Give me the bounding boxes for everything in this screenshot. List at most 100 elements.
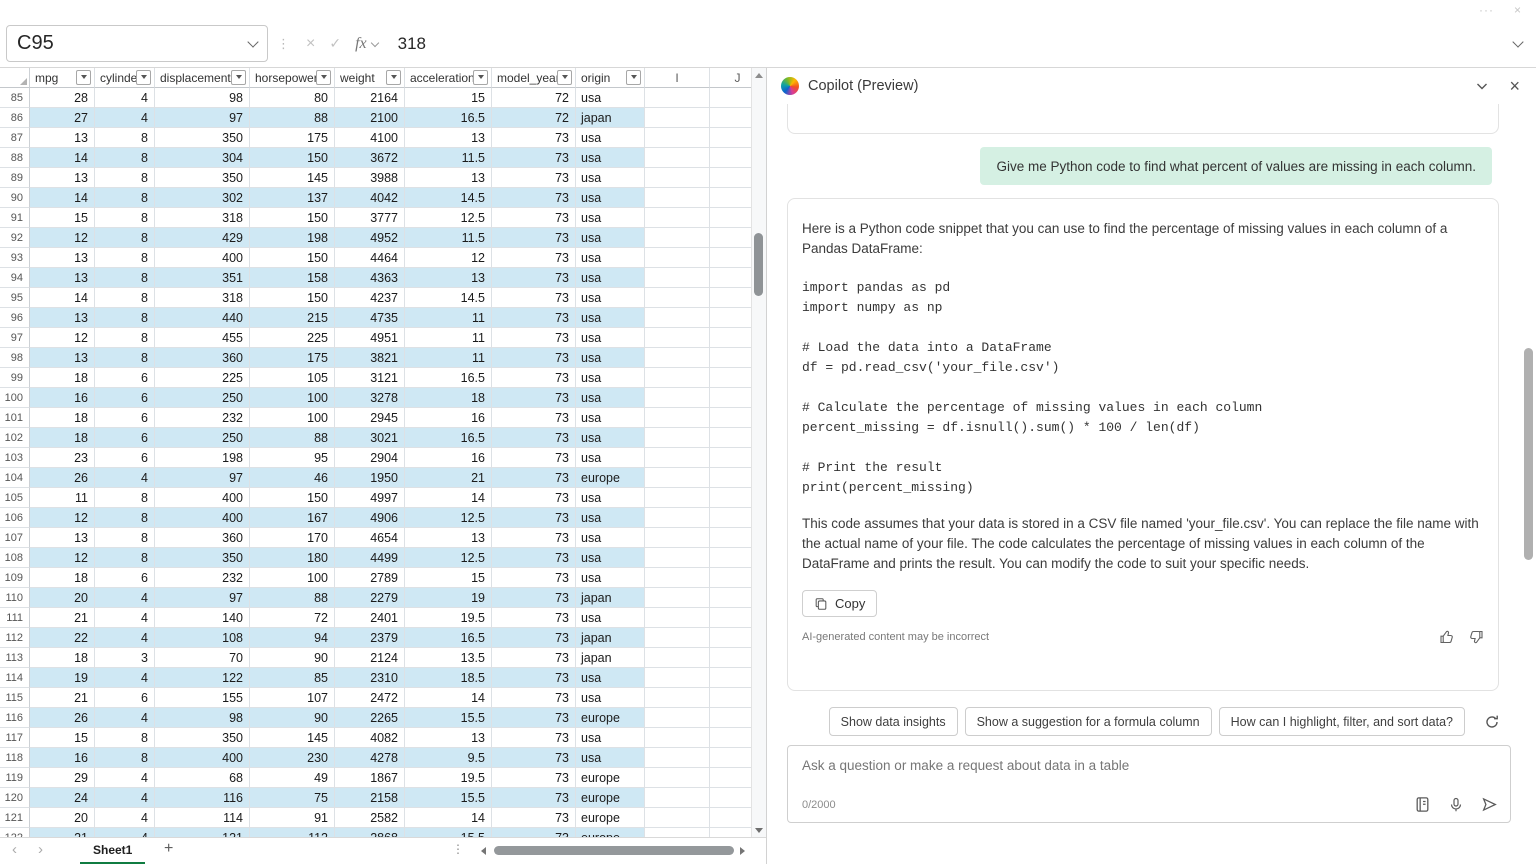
cell[interactable] — [645, 488, 710, 508]
mic-icon[interactable] — [1448, 797, 1464, 813]
column-header-mpg[interactable]: mpg — [30, 68, 95, 88]
cell[interactable]: 73 — [492, 728, 576, 748]
cell[interactable]: 73 — [492, 208, 576, 228]
cell[interactable]: japan — [576, 588, 645, 608]
filter-dropdown-icon[interactable] — [231, 70, 246, 85]
cell[interactable]: 70 — [155, 648, 250, 668]
cell[interactable]: usa — [576, 148, 645, 168]
row-number[interactable]: 113 — [0, 648, 30, 668]
cell[interactable]: 198 — [155, 448, 250, 468]
cell[interactable]: 8 — [95, 488, 155, 508]
filter-dropdown-icon[interactable] — [557, 70, 572, 85]
cell[interactable]: 11 — [30, 488, 95, 508]
cell[interactable]: 8 — [95, 168, 155, 188]
cell[interactable]: 11 — [405, 328, 492, 348]
cell[interactable]: 6 — [95, 448, 155, 468]
cell[interactable]: 11 — [405, 348, 492, 368]
row-number[interactable]: 121 — [0, 808, 30, 828]
collapse-chevron-icon[interactable] — [1475, 79, 1489, 93]
row-number[interactable]: 88 — [0, 148, 30, 168]
cell[interactable]: usa — [576, 388, 645, 408]
cell[interactable]: 29 — [30, 768, 95, 788]
cell[interactable]: 12.5 — [405, 208, 492, 228]
cell[interactable]: 26 — [30, 708, 95, 728]
cell[interactable]: 19 — [30, 668, 95, 688]
cell[interactable]: 98 — [155, 708, 250, 728]
cell[interactable]: 21 — [405, 468, 492, 488]
cell[interactable]: 2472 — [335, 688, 405, 708]
chat-input[interactable]: Ask a question or make a request about d… — [787, 745, 1511, 823]
cell[interactable]: usa — [576, 488, 645, 508]
cell[interactable]: 175 — [250, 128, 335, 148]
panel-scrollbar-thumb[interactable] — [1524, 348, 1533, 560]
cell[interactable]: 318 — [155, 288, 250, 308]
cell[interactable]: 12.5 — [405, 508, 492, 528]
row-number[interactable]: 115 — [0, 688, 30, 708]
cell[interactable]: 440 — [155, 308, 250, 328]
row-number[interactable]: 104 — [0, 468, 30, 488]
cell[interactable]: 73 — [492, 748, 576, 768]
name-box[interactable]: C95 — [6, 25, 268, 62]
cell[interactable]: japan — [576, 648, 645, 668]
cell[interactable]: 114 — [155, 808, 250, 828]
cell[interactable]: 18 — [30, 368, 95, 388]
column-header-model_year[interactable]: model_year — [492, 68, 576, 88]
cell[interactable]: 72 — [492, 108, 576, 128]
cell[interactable]: 12 — [405, 248, 492, 268]
cell[interactable]: 18 — [30, 568, 95, 588]
cell[interactable]: 6 — [95, 568, 155, 588]
cell[interactable]: usa — [576, 728, 645, 748]
cell[interactable]: 19.5 — [405, 768, 492, 788]
cell[interactable]: 28 — [30, 88, 95, 108]
row-number[interactable]: 96 — [0, 308, 30, 328]
cell[interactable]: 3988 — [335, 168, 405, 188]
row-number[interactable]: 120 — [0, 788, 30, 808]
cell[interactable]: 73 — [492, 648, 576, 668]
cell[interactable]: 14 — [405, 808, 492, 828]
cell[interactable]: 14 — [405, 688, 492, 708]
cell[interactable]: 73 — [492, 228, 576, 248]
cell[interactable]: 13.5 — [405, 648, 492, 668]
cell[interactable] — [645, 788, 710, 808]
cell[interactable]: 16.5 — [405, 368, 492, 388]
cell[interactable]: 13 — [30, 348, 95, 368]
row-number[interactable]: 89 — [0, 168, 30, 188]
cell[interactable]: 4 — [95, 808, 155, 828]
cell[interactable]: 11.5 — [405, 228, 492, 248]
cell[interactable] — [645, 568, 710, 588]
cell[interactable]: 455 — [155, 328, 250, 348]
cell[interactable]: 3021 — [335, 428, 405, 448]
cell[interactable]: 4 — [95, 88, 155, 108]
v-scrollbar-thumb[interactable] — [754, 233, 763, 296]
cell[interactable]: 15.5 — [405, 788, 492, 808]
cell[interactable]: 18 — [405, 388, 492, 408]
cell[interactable]: 304 — [155, 148, 250, 168]
cell[interactable]: 4 — [95, 468, 155, 488]
cell[interactable]: 2279 — [335, 588, 405, 608]
cell[interactable]: 12 — [30, 328, 95, 348]
column-header-acceleration[interactable]: acceleration — [405, 68, 492, 88]
cell[interactable]: 26 — [30, 468, 95, 488]
cell[interactable]: 73 — [492, 188, 576, 208]
cell[interactable]: 16 — [30, 748, 95, 768]
cell[interactable]: 18 — [30, 428, 95, 448]
cell[interactable]: 3821 — [335, 348, 405, 368]
cell[interactable]: 80 — [250, 88, 335, 108]
cell[interactable]: usa — [576, 328, 645, 348]
cell[interactable]: 24 — [30, 788, 95, 808]
row-number[interactable]: 118 — [0, 748, 30, 768]
cell[interactable] — [645, 88, 710, 108]
cell[interactable]: usa — [576, 288, 645, 308]
cell[interactable]: 73 — [492, 448, 576, 468]
cell[interactable]: 21 — [30, 688, 95, 708]
cell[interactable] — [645, 108, 710, 128]
cell[interactable] — [645, 588, 710, 608]
cell[interactable]: 175 — [250, 348, 335, 368]
cell[interactable] — [645, 728, 710, 748]
cell[interactable] — [645, 528, 710, 548]
scroll-right-icon[interactable] — [740, 847, 745, 855]
cell[interactable]: 150 — [250, 488, 335, 508]
cell[interactable]: 73 — [492, 288, 576, 308]
cell[interactable]: 350 — [155, 168, 250, 188]
row-number[interactable]: 114 — [0, 668, 30, 688]
